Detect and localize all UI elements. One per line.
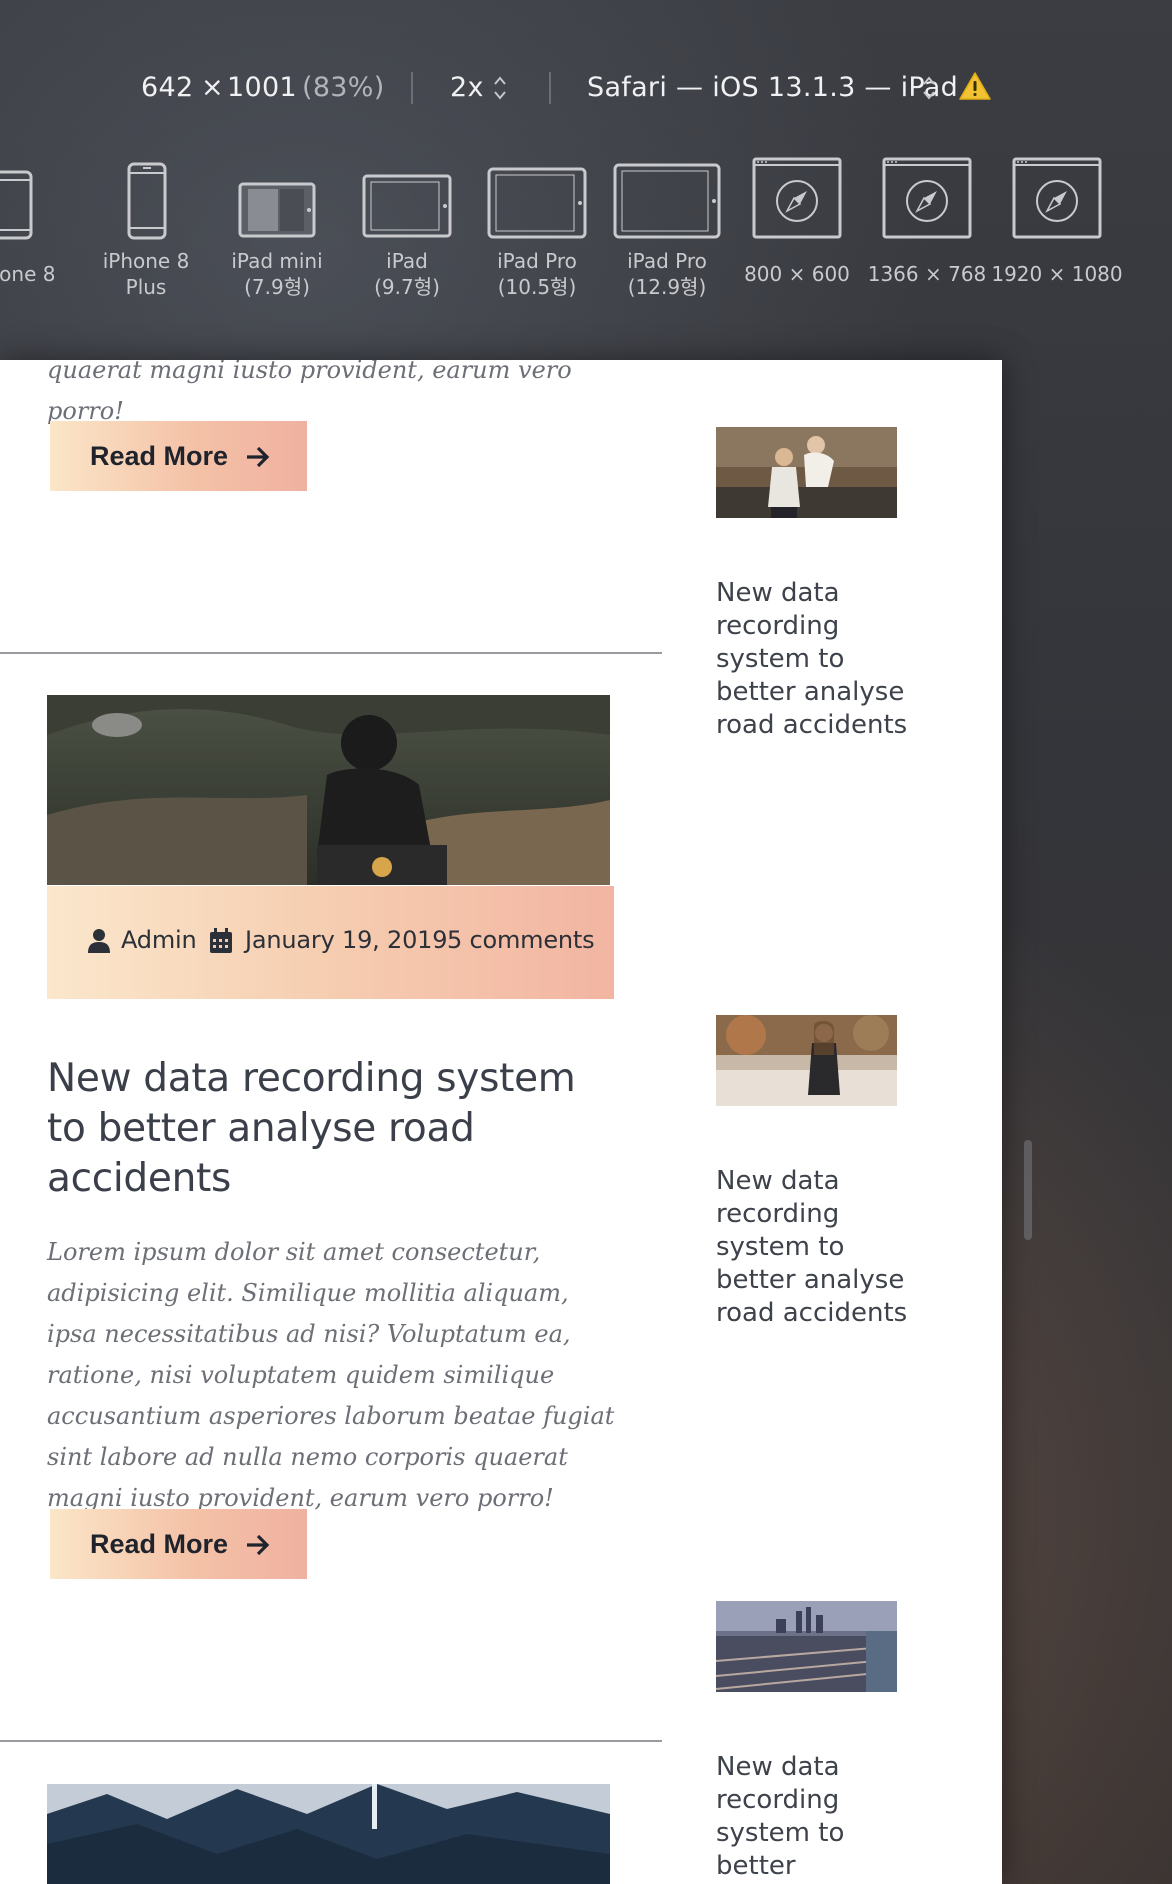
user-icon <box>88 929 110 953</box>
device-preset-strip: hone 8 iPhone 8 Plus iPad mini (7.9형) iP… <box>0 150 1172 310</box>
iphone-icon <box>0 170 33 240</box>
window-scroll-indicator[interactable] <box>1024 1140 1032 1240</box>
browser-selector[interactable]: Safari — iOS 13.1.3 — iPad <box>587 72 958 103</box>
post-excerpt: Lorem ipsum dolor sit amet consectetur, … <box>47 1238 615 1512</box>
ipad-pro-icon <box>487 167 587 239</box>
warning-icon[interactable] <box>958 71 992 101</box>
sidebar-post-title[interactable]: New data recording system to better anal… <box>716 577 916 742</box>
post-meta-bar: Admin January 19, 2019 5 comments <box>47 886 614 999</box>
city-port-image <box>716 1601 897 1692</box>
read-more-button[interactable]: Read More <box>50 1509 307 1579</box>
sidebar-thumbnail[interactable] <box>716 1601 897 1692</box>
woman-portrait-image <box>716 1015 897 1106</box>
motorcycle-rider-image <box>47 695 610 885</box>
scale-selector[interactable]: 2x <box>450 72 484 103</box>
wedding-couple-image <box>716 427 897 518</box>
arrow-right-icon <box>246 1535 269 1556</box>
ipad-icon <box>362 174 452 238</box>
zoom-level: (83%) <box>302 72 385 103</box>
read-more-label: Read More <box>90 440 229 471</box>
scale-updown-icon[interactable] <box>492 72 508 104</box>
viewport-height[interactable]: 1001 <box>227 72 297 103</box>
toolbar-divider <box>549 72 551 104</box>
post-divider <box>0 652 662 654</box>
viewport-width[interactable]: 642 <box>141 72 193 103</box>
safari-compass-icon <box>1012 157 1102 239</box>
calendar-icon <box>210 928 232 953</box>
sidebar-post-title[interactable]: New data recording system to better anal… <box>716 1165 916 1330</box>
toolbar-divider <box>411 72 413 104</box>
post-author[interactable]: Admin <box>121 926 197 954</box>
ipad-mini-icon <box>238 182 316 238</box>
arrow-right-icon <box>246 447 269 468</box>
post-date: January 19, 2019 <box>245 926 448 954</box>
device-label: 1920 × 1080 <box>991 262 1123 286</box>
responsive-toolbar: 642 × 1001 (83%) 2x Safari — iOS 13.1.3 … <box>0 58 1172 118</box>
times-sign: × <box>201 72 224 103</box>
post-image[interactable] <box>47 1784 610 1884</box>
post-title[interactable]: New data recording system to better anal… <box>47 1054 607 1204</box>
safari-compass-icon <box>882 157 972 239</box>
post-comments[interactable]: 5 comments <box>447 926 595 954</box>
read-more-label: Read More <box>90 1528 229 1559</box>
iphone-icon <box>127 162 167 240</box>
post-image[interactable] <box>47 695 610 885</box>
mountain-image <box>47 1784 610 1884</box>
post-divider <box>0 1740 662 1742</box>
read-more-button[interactable]: Read More <box>50 421 307 491</box>
sidebar-thumbnail[interactable] <box>716 427 897 518</box>
sidebar-post-title[interactable]: New data recording system to better <box>716 1751 916 1883</box>
sidebar-thumbnail[interactable] <box>716 1015 897 1106</box>
ipad-pro-icon <box>613 163 721 239</box>
page-viewport[interactable]: quaerat magni iusto provident, earum ver… <box>0 360 1002 1884</box>
browser-updown-icon[interactable] <box>921 72 937 104</box>
safari-compass-icon <box>752 157 842 239</box>
